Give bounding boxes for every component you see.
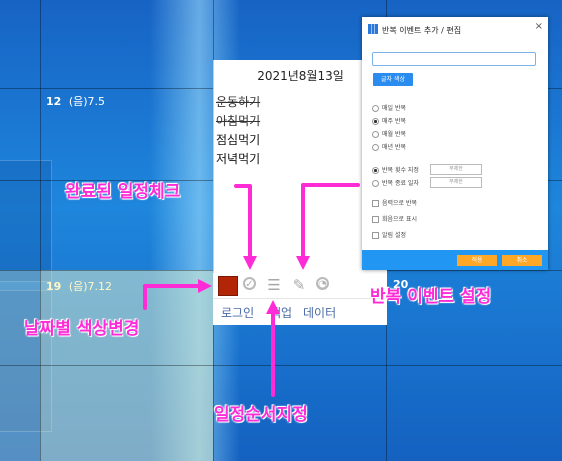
arrowhead [266, 300, 280, 314]
annotation-order: 일정순서지정 [214, 405, 308, 425]
arrowhead [198, 279, 212, 293]
arrow-date-color [143, 284, 202, 310]
annotation-repeat-event: 반복 이벤트 설정 [370, 287, 492, 307]
annotation-complete-check: 완료된 일정체크 [65, 182, 181, 202]
annotation-arrows [143, 183, 360, 397]
arrowhead [243, 256, 257, 270]
arrow-repeat-event [301, 183, 360, 260]
annotation-date-color: 날짜별 색상변경 [24, 319, 140, 339]
arrow-complete-check [234, 184, 252, 260]
arrowhead [296, 256, 310, 270]
